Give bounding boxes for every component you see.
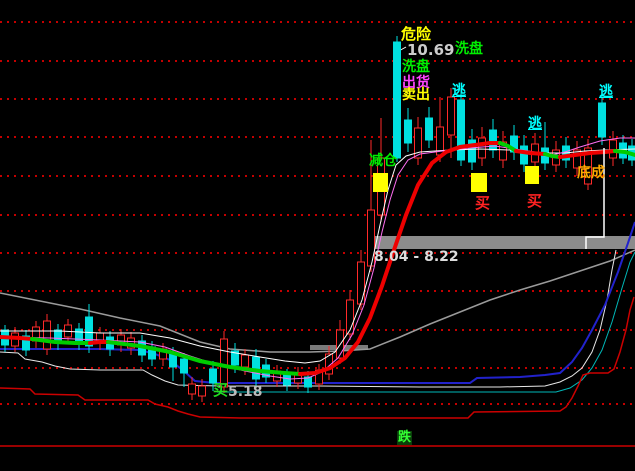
candle-body xyxy=(458,100,465,160)
candle-body xyxy=(284,375,291,385)
candle-body xyxy=(221,339,228,387)
candle-body xyxy=(210,369,217,383)
candle-body xyxy=(253,357,260,379)
candle-body xyxy=(199,386,206,396)
candle-body xyxy=(189,384,196,394)
candle-body xyxy=(610,140,617,158)
candle-body xyxy=(76,329,83,343)
chart-canvas[interactable] xyxy=(0,0,635,471)
candle-body xyxy=(242,355,249,367)
candle-body xyxy=(44,321,51,349)
candle-body xyxy=(181,359,188,373)
trend-line-up xyxy=(0,337,32,339)
candle-body xyxy=(405,120,412,143)
trend-line-up xyxy=(90,342,108,343)
stock-chart-panel: 危险10.69洗盘出货卖出洗盘逃逃逃减仓买买底成8.04 - 8.22买5.18… xyxy=(0,0,635,471)
signal-square xyxy=(471,173,487,192)
signal-square xyxy=(525,166,539,184)
candle-body xyxy=(358,262,365,304)
signal-square xyxy=(373,173,388,192)
candle-body xyxy=(490,130,497,150)
resistance-zone xyxy=(372,236,635,249)
candle-body xyxy=(394,42,401,158)
candle-body xyxy=(479,138,486,158)
candle-body xyxy=(448,97,455,135)
candle-body xyxy=(426,118,433,140)
candle-body xyxy=(521,146,528,164)
candle-body xyxy=(599,103,606,137)
